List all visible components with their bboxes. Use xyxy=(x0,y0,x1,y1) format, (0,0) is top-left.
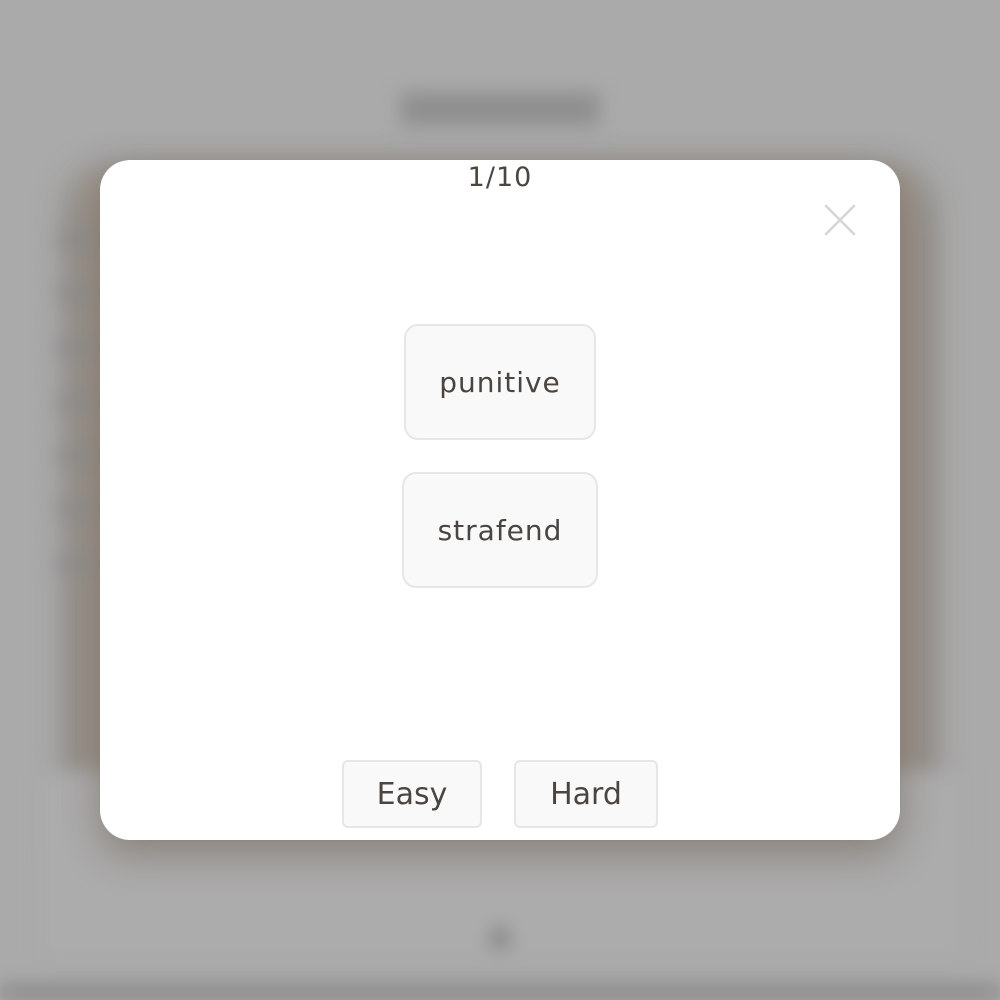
back-word: strafend xyxy=(437,513,563,547)
front-word-card[interactable]: punitive xyxy=(404,324,596,440)
background-row xyxy=(55,502,95,518)
front-word: punitive xyxy=(439,365,561,399)
background-row xyxy=(55,556,95,572)
hard-button[interactable]: Hard xyxy=(514,760,658,828)
close-icon xyxy=(824,204,856,236)
progress-counter: 1/10 xyxy=(467,162,533,193)
background-row xyxy=(55,232,95,248)
background-dot xyxy=(488,926,512,950)
easy-button[interactable]: Easy xyxy=(342,760,482,828)
back-word-card[interactable]: strafend xyxy=(402,472,598,588)
close-button[interactable] xyxy=(818,198,862,242)
background-row xyxy=(55,448,95,464)
background-title xyxy=(400,92,600,126)
background-row xyxy=(55,286,95,302)
background-bottom-bar xyxy=(0,984,1000,1000)
background-row xyxy=(55,394,95,410)
background-row xyxy=(55,340,95,356)
